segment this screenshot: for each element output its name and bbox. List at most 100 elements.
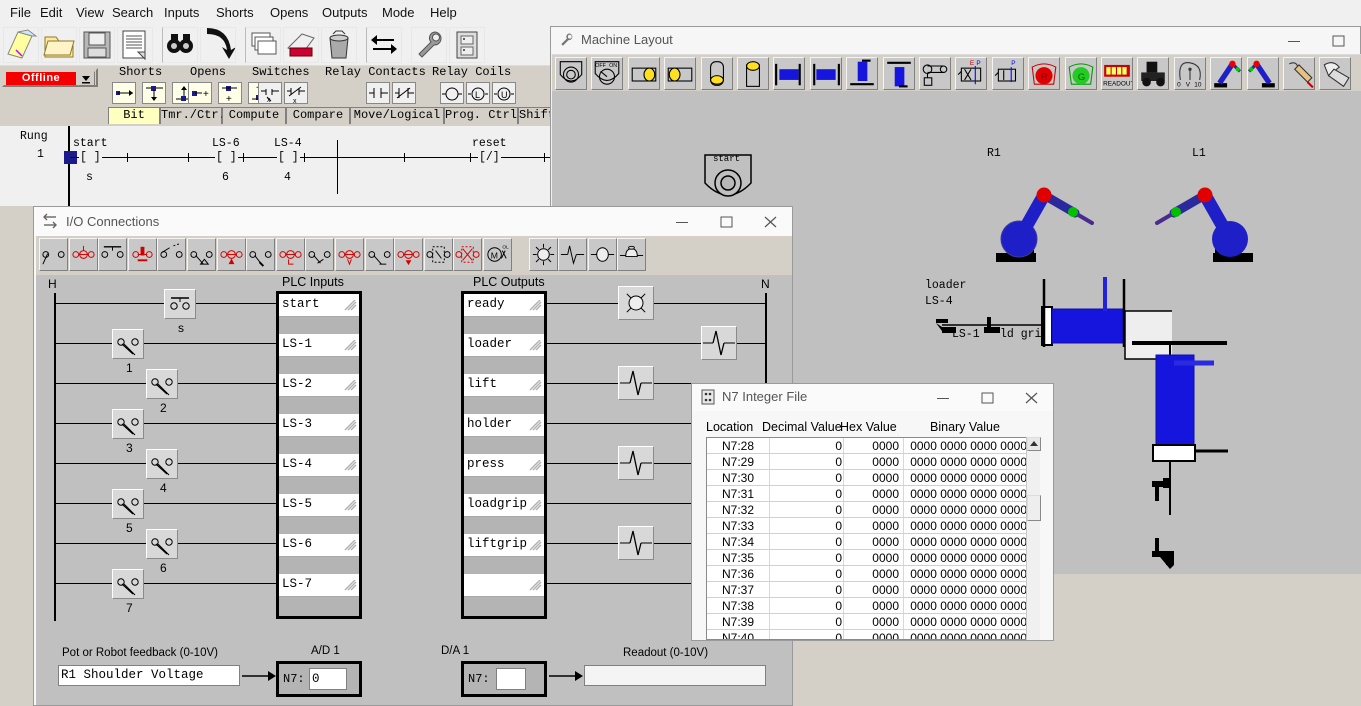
resize-grip-icon[interactable] xyxy=(343,299,357,312)
open-branch-down-icon[interactable]: + xyxy=(218,82,242,105)
limit-switch[interactable] xyxy=(112,409,144,439)
solenoid-coil-device[interactable] xyxy=(618,366,654,400)
minimize-button[interactable] xyxy=(1272,27,1316,54)
short-horizontal-icon[interactable] xyxy=(112,82,136,104)
n7-table-row[interactable]: N7:40 0 0000 0000 0000 0000 0000 xyxy=(707,630,1038,639)
io-connections-titlebar[interactable]: I/O Connections xyxy=(34,207,792,236)
n7-vertical-scrollbar[interactable] xyxy=(1026,437,1041,640)
limit-switch[interactable] xyxy=(112,569,144,599)
instruction-tab-tmrctr[interactable]: Tmr./Ctr. xyxy=(160,107,226,124)
wrench-tool-icon[interactable] xyxy=(411,27,447,63)
print-page-icon[interactable] xyxy=(117,27,153,63)
proximity-switch-icon[interactable] xyxy=(423,238,453,271)
flow-switch-red-icon[interactable] xyxy=(394,238,424,271)
switch-spst-icon[interactable] xyxy=(39,238,68,271)
resize-grip-icon[interactable] xyxy=(528,539,542,552)
n7-decimal-value[interactable]: 0 xyxy=(770,519,842,533)
menu-item-outputs[interactable]: Outputs xyxy=(318,4,372,21)
plc-output-row[interactable]: loadgrip xyxy=(464,494,544,517)
close-button[interactable] xyxy=(748,207,792,234)
minimize-button[interactable] xyxy=(660,207,704,234)
instruction-tab-bit[interactable]: Bit xyxy=(108,107,160,124)
da-module[interactable]: N7: xyxy=(461,661,547,697)
ladder-editor[interactable]: Rung 1 start[ ] s LS-6[ ] 6 LS-4[ ] 4 reset [/] xyxy=(0,126,552,206)
n7-decimal-value[interactable]: 0 xyxy=(770,487,842,501)
n7-decimal-value[interactable]: 0 xyxy=(770,615,842,629)
plc-input-row[interactable]: LS-2 xyxy=(279,374,359,397)
mode-selector[interactable]: Offline xyxy=(2,68,98,87)
start-pushbutton-green-icon[interactable]: G xyxy=(1064,57,1097,90)
copy-pages-icon[interactable] xyxy=(245,27,281,63)
resize-grip-icon[interactable] xyxy=(343,539,357,552)
n7-table-row[interactable]: N7:34 0 0000 0000 0000 0000 0000 xyxy=(707,534,1038,550)
maximize-button[interactable] xyxy=(704,207,748,234)
indicator-lamp-icon[interactable] xyxy=(587,238,617,271)
plc-input-row[interactable]: LS-6 xyxy=(279,534,359,557)
n7-decimal-value[interactable]: 0 xyxy=(770,567,842,581)
paint-bucket-icon[interactable] xyxy=(1319,57,1352,90)
coil-ote-icon[interactable] xyxy=(440,82,464,104)
eraser-pencil-icon[interactable] xyxy=(1283,57,1315,90)
swap-arrows-icon[interactable] xyxy=(366,27,402,63)
solenoid-coil-device[interactable] xyxy=(618,526,654,560)
cylinder-vertical-up-icon[interactable] xyxy=(737,57,769,90)
resize-grip-icon[interactable] xyxy=(528,459,542,472)
limit-switch[interactable] xyxy=(112,489,144,519)
readout-value-field[interactable] xyxy=(584,665,766,686)
menu-item-mode[interactable]: Mode xyxy=(378,4,419,21)
potentiometer-0-10v-icon[interactable]: 0 V 10 xyxy=(1173,57,1206,90)
plc-output-row[interactable]: ready xyxy=(464,294,544,317)
valve-4way-ep-icon[interactable]: EP xyxy=(955,57,988,90)
processor-rack-icon[interactable] xyxy=(449,27,485,63)
motor-overload-icon[interactable]: M OL xyxy=(483,238,512,271)
plc-output-row[interactable]: loader xyxy=(464,334,544,357)
bell-alarm-icon[interactable] xyxy=(617,238,647,271)
save-disk-icon[interactable] xyxy=(79,27,115,63)
robot-arm-l1[interactable] xyxy=(1147,181,1257,266)
pressure-switch-red-icon[interactable] xyxy=(275,238,305,271)
readout-display-icon[interactable]: READOUT xyxy=(1101,57,1134,90)
robot-vehicle-icon[interactable] xyxy=(1137,57,1170,90)
menu-item-opens[interactable]: Opens xyxy=(266,4,312,21)
new-file-icon[interactable] xyxy=(3,27,39,63)
plc-output-row[interactable]: lift xyxy=(464,374,544,397)
n7-decimal-value[interactable]: 0 xyxy=(770,583,842,597)
menu-item-file[interactable]: File xyxy=(6,4,35,21)
n7-decimal-value[interactable]: 0 xyxy=(770,439,842,453)
n7-decimal-value[interactable]: 0 xyxy=(770,503,842,517)
robot-arm-left-icon[interactable] xyxy=(1246,57,1279,90)
plc-input-row[interactable]: LS-1 xyxy=(279,334,359,357)
selector-red-icon[interactable] xyxy=(216,238,246,271)
resize-grip-icon[interactable] xyxy=(343,339,357,352)
lift-cylinder-assembly[interactable] xyxy=(1062,335,1242,574)
robot-arm-right-icon[interactable] xyxy=(1210,57,1243,90)
pushbutton-switch[interactable] xyxy=(164,289,196,319)
cylinder-vertical-blue-up-icon[interactable] xyxy=(882,57,915,90)
open-folder-icon[interactable] xyxy=(41,27,77,63)
temperature-switch-red-icon[interactable] xyxy=(335,238,364,271)
chevron-down-icon[interactable] xyxy=(78,71,95,86)
plc-input-row[interactable]: LS-3 xyxy=(279,414,359,437)
limit-switch[interactable] xyxy=(146,449,178,479)
limit-switch-actuated-icon[interactable] xyxy=(157,238,187,271)
contact-xio-icon[interactable] xyxy=(392,82,416,104)
solenoid-coil-device[interactable] xyxy=(701,326,737,360)
ladder-element-symbol[interactable]: [ ] xyxy=(215,151,238,164)
io-canvas[interactable]: H N PLC Inputs PLC Outputs s 1 2 3 4 5 6 7 star… xyxy=(36,275,792,705)
switch-nc-icon[interactable]: x xyxy=(258,82,282,104)
ladder-element-symbol[interactable]: [ ] xyxy=(79,151,102,164)
ad-module[interactable]: N7: 0 xyxy=(276,661,362,697)
n7-data-grid[interactable]: N7:28 0 0000 0000 0000 0000 0000 N7:29 0 0000 0… xyxy=(706,437,1039,640)
cylinder-vertical-down-icon[interactable] xyxy=(700,57,733,90)
n7-table-row[interactable]: N7:31 0 0000 0000 0000 0000 0000 xyxy=(707,486,1038,502)
limit-switch[interactable] xyxy=(146,369,178,399)
paste-clipboard-icon[interactable] xyxy=(283,27,319,63)
switch-level-icon[interactable] xyxy=(364,238,394,271)
plc-output-row[interactable]: press xyxy=(464,454,544,477)
replace-arrow-icon[interactable] xyxy=(200,27,236,63)
solenoid-cylinder-blue-right-icon[interactable] xyxy=(809,57,842,90)
cylinder-horizontal-left-icon[interactable] xyxy=(627,57,660,90)
resize-grip-icon[interactable] xyxy=(343,419,357,432)
plc-output-row[interactable]: holder xyxy=(464,414,544,437)
n7-table-row[interactable]: N7:36 0 0000 0000 0000 0000 0000 xyxy=(707,566,1038,582)
